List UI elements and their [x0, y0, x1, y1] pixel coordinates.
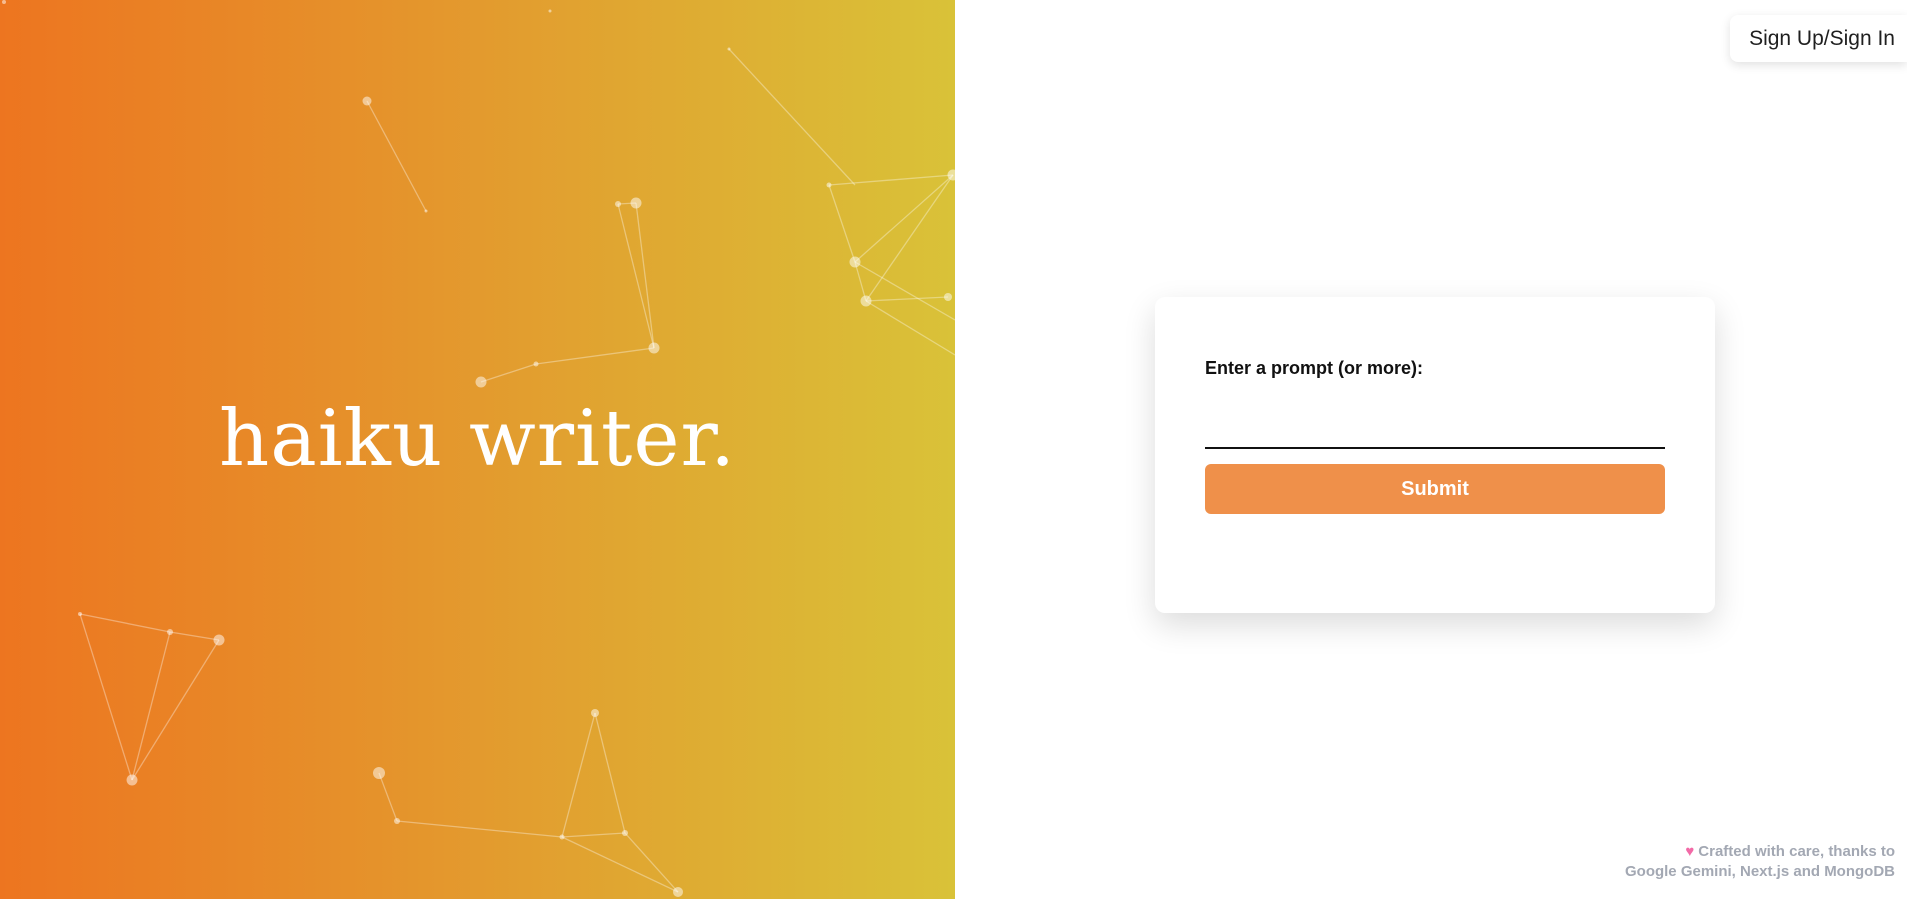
prompt-label: Enter a prompt (or more): — [1205, 358, 1424, 378]
footer-line-1: Crafted with care, thanks to — [1698, 843, 1895, 860]
prompt-input[interactable] — [1205, 403, 1665, 449]
submit-button[interactable]: Submit — [1205, 464, 1665, 514]
prompt-card: Enter a prompt (or more): Submit — [1155, 297, 1715, 613]
footer-line-2: Google Gemini, Next.js and MongoDB — [1624, 863, 1895, 880]
app-title: haiku writer. — [219, 394, 736, 484]
sign-in-button[interactable]: Sign Up/Sign In — [1730, 15, 1907, 62]
heart-icon: ♥ — [1685, 843, 1695, 860]
hero-panel: haiku writer. — [0, 0, 955, 899]
footer-credits: ♥ Crafted with care, thanks to Google Gem… — [1625, 842, 1895, 882]
